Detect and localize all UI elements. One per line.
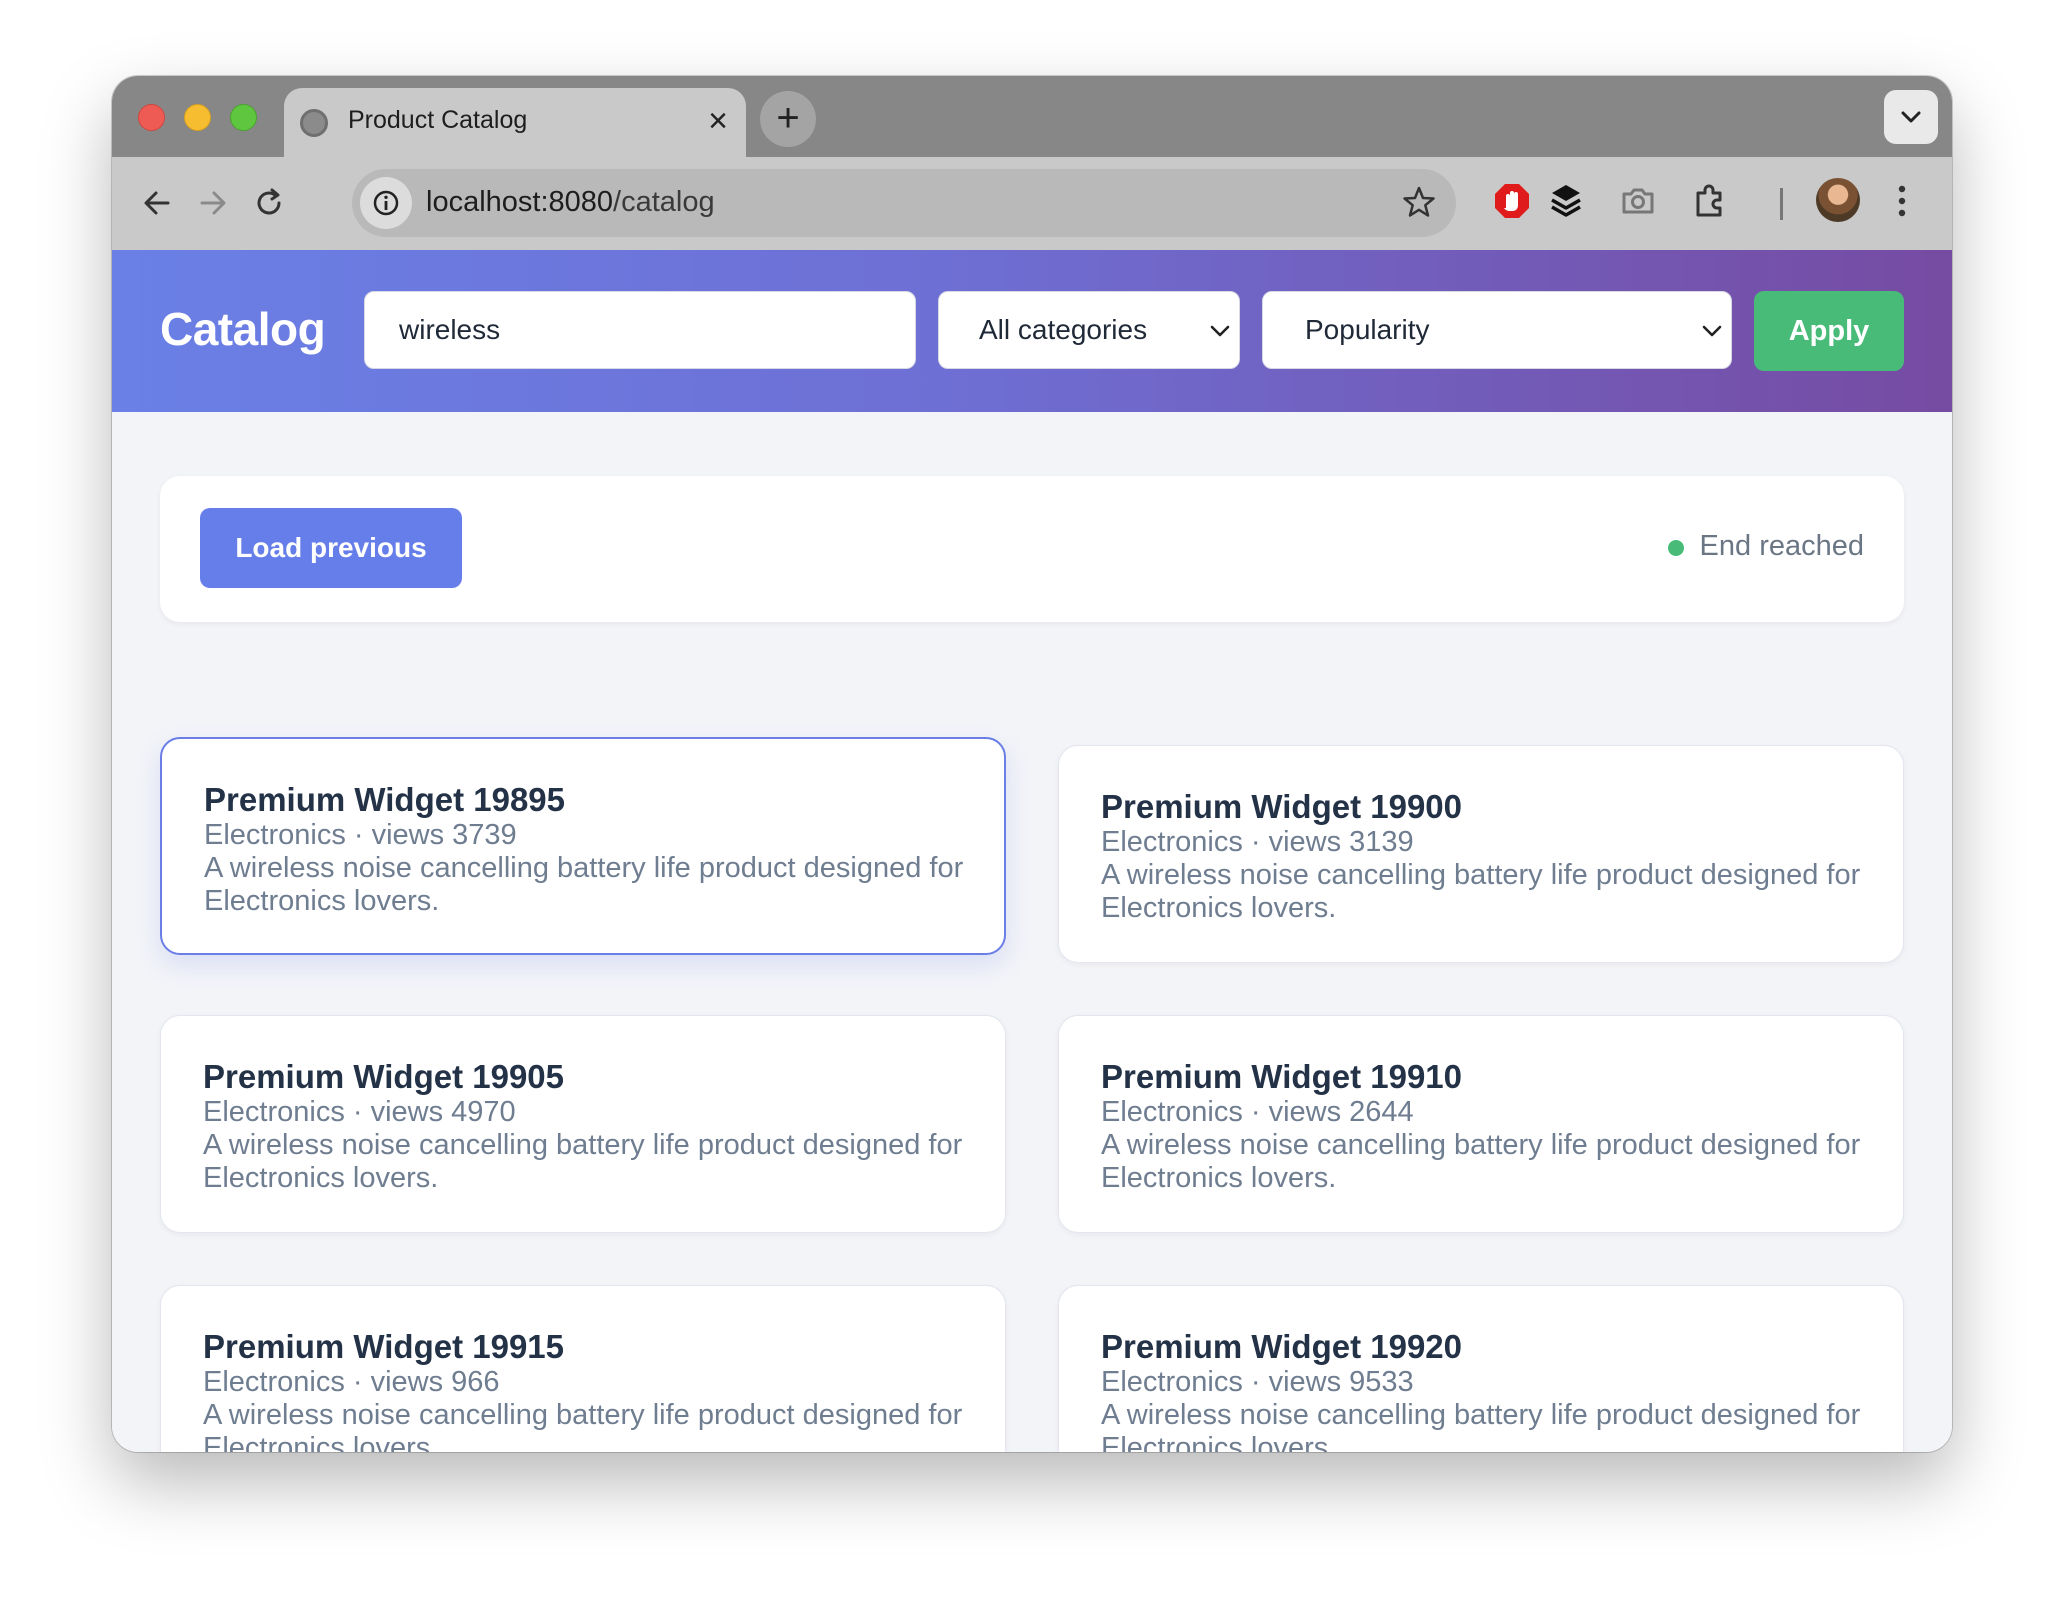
product-meta: Electronics · views 2644 — [1101, 1096, 1414, 1128]
back-arrow-icon[interactable] — [138, 184, 176, 222]
product-description: A wireless noise cancelling battery life… — [204, 852, 964, 917]
url-text[interactable]: localhost:8080/catalog — [426, 186, 715, 219]
product-description: A wireless noise cancelling battery life… — [1101, 1399, 1861, 1452]
url-path: /catalog — [613, 186, 715, 218]
end-reached-status: End reached — [1667, 530, 1864, 563]
tab-search-button[interactable] — [1884, 90, 1938, 144]
forward-arrow-icon[interactable] — [194, 184, 232, 222]
category-select[interactable]: All categories — [938, 291, 1240, 369]
product-meta: Electronics · views 966 — [203, 1366, 500, 1398]
minimize-window-button[interactable] — [184, 104, 211, 131]
chevron-down-icon — [1210, 325, 1230, 337]
toolbar-divider — [1780, 188, 1783, 220]
product-card[interactable]: Premium Widget 19900 Electronics · views… — [1058, 745, 1904, 963]
layers-icon[interactable] — [1546, 181, 1586, 221]
end-reached-label: End reached — [1699, 530, 1864, 562]
product-card[interactable]: Premium Widget 19895 Electronics · views… — [160, 737, 1006, 955]
address-bar[interactable]: localhost:8080/catalog — [352, 169, 1456, 237]
product-meta: Electronics · views 4970 — [203, 1096, 516, 1128]
new-tab-button[interactable]: + — [760, 91, 816, 147]
product-title: Premium Widget 19920 — [1101, 1328, 1463, 1365]
brand-title: Catalog — [160, 303, 326, 355]
product-title: Premium Widget 19915 — [203, 1328, 565, 1365]
product-card[interactable]: Premium Widget 19920 Electronics · views… — [1058, 1285, 1904, 1452]
product-description: A wireless noise cancelling battery life… — [1101, 859, 1861, 924]
product-card[interactable]: Premium Widget 19905 Electronics · views… — [160, 1015, 1006, 1233]
reload-icon[interactable] — [250, 184, 288, 222]
extensions-icon[interactable] — [1690, 181, 1730, 221]
maximize-window-button[interactable] — [230, 104, 257, 131]
product-description: A wireless noise cancelling battery life… — [1101, 1129, 1861, 1194]
product-description: A wireless noise cancelling battery life… — [203, 1129, 963, 1194]
tab-close-button[interactable]: × — [708, 101, 728, 141]
product-description: A wireless noise cancelling battery life… — [203, 1399, 963, 1452]
product-title: Premium Widget 19910 — [1101, 1058, 1463, 1095]
product-title: Premium Widget 19905 — [203, 1058, 565, 1095]
tab-product-catalog[interactable]: Product Catalog × — [284, 88, 746, 157]
sort-select[interactable]: Popularity — [1262, 291, 1732, 369]
browser-window: Product Catalog × + localhost:8080/catal… — [112, 76, 1952, 1452]
site-info-button[interactable] — [360, 177, 412, 229]
globe-icon — [300, 109, 328, 137]
profile-avatar[interactable] — [1816, 178, 1860, 222]
product-card[interactable]: Premium Widget 19915 Electronics · views… — [160, 1285, 1006, 1452]
tab-strip: Product Catalog × + — [112, 76, 1952, 157]
product-title: Premium Widget 19900 — [1101, 788, 1463, 825]
product-meta: Electronics · views 3739 — [204, 819, 517, 851]
product-meta: Electronics · views 3139 — [1101, 826, 1414, 858]
status-dot-icon — [1667, 540, 1684, 556]
apply-button[interactable]: Apply — [1754, 291, 1904, 371]
sort-select-value: Popularity — [1305, 314, 1430, 345]
load-previous-button[interactable]: Load previous — [200, 508, 462, 588]
browser-toolbar: localhost:8080/catalog — [112, 157, 1952, 250]
menu-dots-icon[interactable] — [1892, 181, 1912, 221]
camera-icon[interactable] — [1618, 181, 1658, 221]
product-title: Premium Widget 19895 — [204, 781, 566, 818]
chevron-down-icon — [1702, 325, 1722, 337]
chevron-down-icon — [1901, 111, 1921, 123]
product-meta: Electronics · views 9533 — [1101, 1366, 1414, 1398]
info-icon — [373, 190, 399, 216]
pagination-panel: Load previous End reached — [160, 476, 1904, 622]
close-window-button[interactable] — [138, 104, 165, 131]
tab-title: Product Catalog — [348, 106, 528, 134]
category-select-value: All categories — [979, 314, 1148, 345]
star-icon[interactable] — [1402, 185, 1436, 219]
product-card[interactable]: Premium Widget 19910 Electronics · views… — [1058, 1015, 1904, 1233]
page-content: Catalog wireless All categories Populari… — [112, 250, 1952, 1452]
adblock-icon[interactable] — [1492, 181, 1532, 221]
url-host: localhost:8080 — [426, 186, 614, 218]
search-input[interactable]: wireless — [364, 291, 916, 369]
catalog-header: Catalog wireless All categories Populari… — [112, 250, 1952, 412]
